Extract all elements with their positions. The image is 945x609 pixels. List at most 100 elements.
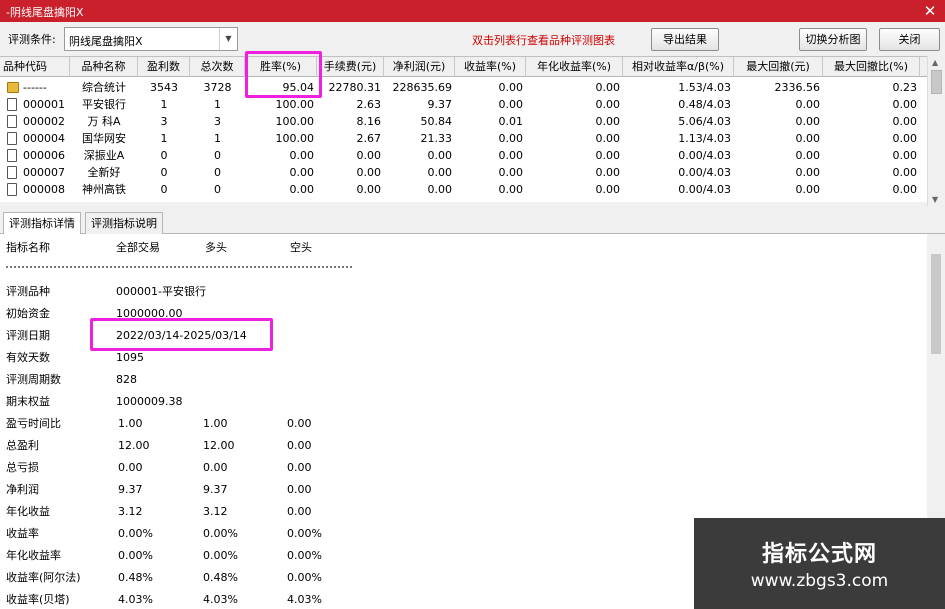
metric-value-short: 0.00% [287, 549, 322, 562]
cell-rel: 1.13/4.03 [678, 132, 731, 145]
scroll-down-icon[interactable]: ▼ [932, 195, 938, 204]
table-row[interactable]: 000006 深振业A 0 0 0.00 0.00 0.00 0.00 0.00 0.00/4.0… [0, 147, 920, 164]
cell-rel: 0.00/4.03 [678, 149, 731, 162]
equity-value: 1000009.38 [116, 395, 183, 408]
cell-fee: 0.00 [356, 149, 382, 162]
switch-chart-button[interactable]: 切换分析图 [799, 28, 867, 51]
scroll-up-icon[interactable]: ▲ [932, 58, 938, 67]
divider [6, 266, 352, 268]
cell-fee: 0.00 [356, 183, 382, 196]
cell-maxddpct: 0.00 [892, 98, 918, 111]
app-window: -阴线尾盘擒阳X ✕ 评测条件: 阴线尾盘擒阳X ▼ 双击列表行查看品种评测图表… [0, 0, 945, 609]
scroll-thumb[interactable] [931, 70, 942, 94]
metric-value-short: 0.00 [287, 439, 312, 452]
cell-wins: 0 [160, 166, 168, 179]
watermark-url: www.zbgs3.com [750, 571, 889, 591]
col-header-maxddpct[interactable]: 最大回撤比(%) [823, 57, 920, 77]
cell-rel: 0.48/4.03 [678, 98, 731, 111]
cell-maxdd: 2336.56 [774, 81, 821, 94]
chevron-down-icon[interactable]: ▼ [219, 28, 237, 50]
condition-select-value: 阴线尾盘擒阳X [69, 35, 143, 48]
table-row[interactable]: 000004 国华网安 1 1 100.00 2.67 21.33 0.00 0.00 1.13/… [0, 130, 920, 147]
cell-net: 50.84 [420, 115, 453, 128]
cell-net: 0.00 [427, 166, 453, 179]
tab-metric-description[interactable]: 评测指标说明 [85, 212, 163, 234]
table-row[interactable]: 000008 神州高铁 0 0 0.00 0.00 0.00 0.00 0.00 0.00/4.0… [0, 181, 920, 198]
table-row[interactable]: 000002 万 科A 3 3 100.00 8.16 50.84 0.01 0.00 5.06/… [0, 113, 920, 130]
cell-maxdd: 0.00 [795, 132, 821, 145]
cell-wins: 0 [160, 149, 168, 162]
window-title: -阴线尾盘擒阳X [6, 6, 84, 19]
detail-header-all: 全部交易 [116, 241, 160, 254]
col-header-relative[interactable]: 相对收益率α/β(%) [623, 57, 734, 77]
cell-annual: 0.00 [595, 81, 621, 94]
cell-rel: 1.53/4.03 [678, 81, 731, 94]
document-icon [7, 183, 17, 196]
cell-fee: 2.63 [356, 98, 382, 111]
metric-value-all: 9.37 [118, 483, 143, 496]
periods-label: 评测周期数 [6, 373, 61, 386]
tab-metric-details[interactable]: 评测指标详情 [3, 212, 81, 235]
cell-code: 000008 [23, 183, 65, 196]
cell-fee: 22780.31 [328, 81, 382, 94]
detail-tabs: 评测指标详情 评测指标说明 [0, 212, 945, 235]
cell-name: 全新好 [87, 166, 121, 179]
col-header-name[interactable]: 品种名称 [70, 57, 138, 77]
metric-value-long: 3.12 [203, 505, 228, 518]
cell-winrate: 0.00 [289, 166, 315, 179]
table-scrollbar[interactable]: ▲ ▼ [927, 56, 945, 206]
title-bar[interactable]: -阴线尾盘擒阳X ✕ [0, 0, 945, 22]
metric-value-all: 0.00 [118, 461, 143, 474]
cell-annual: 0.00 [595, 149, 621, 162]
cell-name: 神州高铁 [82, 183, 126, 196]
cell-net: 0.00 [427, 149, 453, 162]
scroll-thumb[interactable] [931, 254, 941, 354]
table-row[interactable]: 000001 平安银行 1 1 100.00 2.63 9.37 0.00 0.00 0.48/4… [0, 96, 920, 113]
condition-select[interactable]: 阴线尾盘擒阳X ▼ [64, 27, 238, 51]
cell-maxdd: 0.00 [795, 149, 821, 162]
document-icon [7, 115, 17, 128]
col-header-annual[interactable]: 年化收益率(%) [526, 57, 623, 77]
metric-value-long: 9.37 [203, 483, 228, 496]
window-close-button[interactable]: ✕ [918, 2, 942, 20]
table-row[interactable]: ------ 综合统计 3543 3728 95.04 22780.31 228635.69… [0, 79, 920, 96]
col-header-net[interactable]: 净利润(元) [384, 57, 455, 77]
condition-label: 评测条件: [8, 33, 56, 46]
metric-value-all: 0.48% [118, 571, 153, 584]
cell-total: 1 [214, 132, 221, 145]
cell-name: 综合统计 [82, 81, 126, 94]
col-header-return[interactable]: 收益率(%) [455, 57, 526, 77]
cell-name: 平安银行 [82, 98, 126, 111]
col-header-total[interactable]: 总次数 [190, 57, 245, 77]
cell-code: 000001 [23, 98, 65, 111]
export-button[interactable]: 导出结果 [651, 28, 719, 51]
metric-value-long: 4.03% [203, 593, 238, 606]
close-button[interactable]: 关闭 [879, 28, 940, 51]
cell-ret: 0.00 [498, 183, 524, 196]
cell-winrate: 0.00 [289, 183, 315, 196]
cell-wins: 1 [160, 132, 168, 145]
cell-rel: 0.00/4.03 [678, 166, 731, 179]
cell-maxddpct: 0.00 [892, 149, 918, 162]
results-table: 品种代码 品种名称 盈利数 总次数 胜率(%) 手续费(元) 净利润(元) 收益… [0, 56, 945, 206]
col-header-fee[interactable]: 手续费(元) [317, 57, 384, 77]
cell-net: 21.33 [420, 132, 453, 145]
cell-wins: 3 [160, 115, 168, 128]
table-hscrollbar[interactable] [0, 202, 927, 210]
cell-maxddpct: 0.00 [892, 115, 918, 128]
document-icon [7, 149, 17, 162]
col-header-wins[interactable]: 盈利数 [138, 57, 190, 77]
metric-label: 总盈利 [6, 439, 39, 452]
cell-name: 万 科A [87, 115, 121, 128]
col-header-maxdd[interactable]: 最大回撤(元) [734, 57, 823, 77]
product-label: 评测品种 [6, 285, 50, 298]
col-header-code[interactable]: 品种代码 [0, 57, 70, 77]
cell-annual: 0.00 [595, 166, 621, 179]
date-label: 评测日期 [6, 329, 50, 342]
metric-label: 年化收益 [6, 505, 50, 518]
metric-label: 收益率 [6, 527, 39, 540]
metric-value-short: 0.00 [287, 483, 312, 496]
table-row[interactable]: 000007 全新好 0 0 0.00 0.00 0.00 0.00 0.00 0.00/4.03… [0, 164, 920, 181]
product-value: 000001-平安银行 [116, 285, 206, 298]
metric-value-short: 0.00 [287, 417, 312, 430]
